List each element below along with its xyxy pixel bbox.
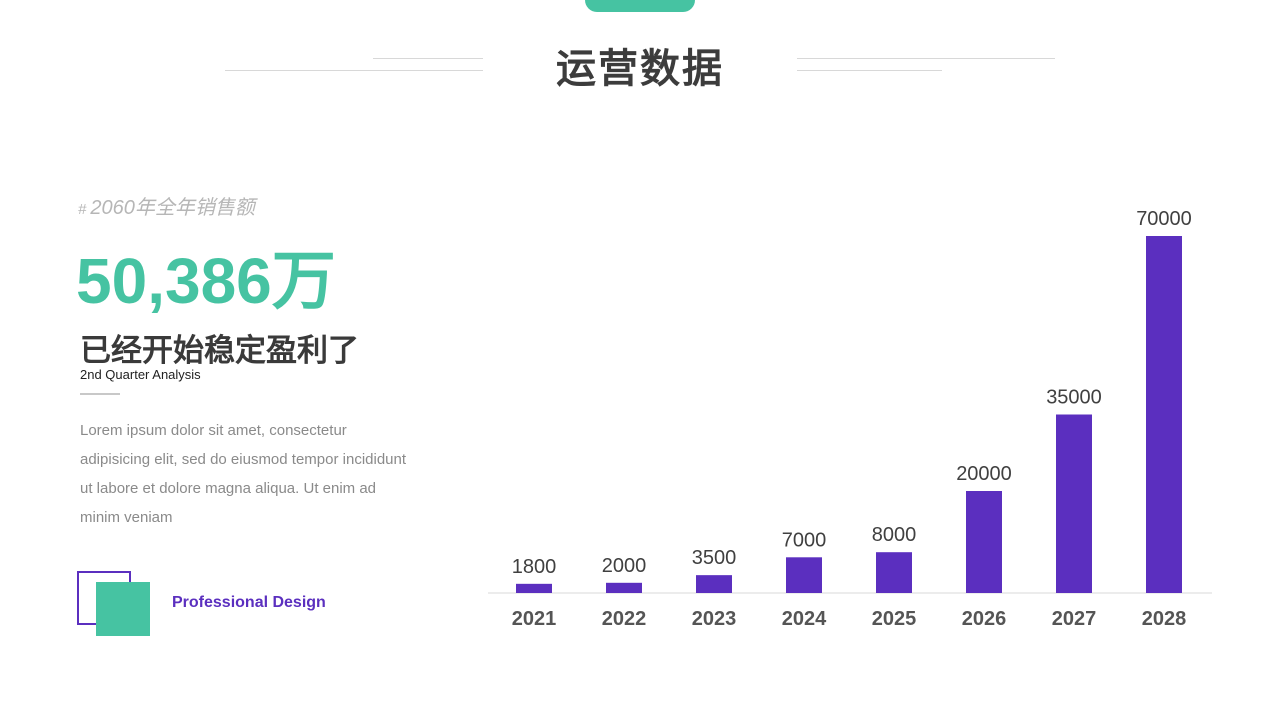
data-label-2026: 20000 xyxy=(956,463,1012,485)
analysis-label: 2nd Quarter Analysis xyxy=(80,367,201,382)
page-title: 运营数据 xyxy=(556,47,724,91)
tick-label-2025: 2025 xyxy=(872,608,917,630)
tick-label-2024: 2024 xyxy=(782,608,827,630)
bar-2028 xyxy=(1146,236,1182,593)
profit-heading: 已经开始稳定盈利了 xyxy=(80,333,359,368)
data-label-2028: 70000 xyxy=(1136,208,1192,230)
tick-label-2022: 2022 xyxy=(602,608,647,630)
data-label-2025: 8000 xyxy=(872,524,917,546)
bar-2026 xyxy=(966,491,1002,593)
description-paragraph: Lorem ipsum dolor sit amet, consectetur … xyxy=(80,422,407,526)
bar-2022 xyxy=(606,582,642,593)
tick-label-2021: 2021 xyxy=(512,608,557,630)
data-label-2024: 7000 xyxy=(782,529,827,551)
tick-label-2028: 2028 xyxy=(1142,608,1187,630)
bar-2023 xyxy=(696,575,732,593)
professional-design-label: Professional Design xyxy=(172,594,326,611)
bar-2021 xyxy=(516,583,552,593)
bar-2027 xyxy=(1056,414,1092,593)
data-label-2022: 2000 xyxy=(602,555,647,577)
data-label-2027: 35000 xyxy=(1046,387,1102,409)
data-label-2021: 1800 xyxy=(512,556,557,578)
tick-label-2026: 2026 xyxy=(962,608,1007,630)
short-divider xyxy=(80,393,120,395)
top-tab-decoration xyxy=(585,0,695,12)
tick-label-2023: 2023 xyxy=(692,608,737,630)
data-label-2023: 3500 xyxy=(692,547,737,569)
sales-total: 50,386万 xyxy=(76,245,336,317)
sales-tag: #2060年全年销售额 xyxy=(78,191,255,220)
bar-2024 xyxy=(786,557,822,593)
sales-tag-text: 2060年全年销售额 xyxy=(90,197,255,219)
hash-icon: # xyxy=(78,201,87,218)
bar-2025 xyxy=(876,552,912,593)
tick-label-2027: 2027 xyxy=(1052,608,1097,630)
square-filled-icon xyxy=(96,582,150,636)
sales-bar-chart: 1800 2021 2000 2022 3500 2023 7000 2024 8000 2025… xyxy=(488,208,1212,630)
